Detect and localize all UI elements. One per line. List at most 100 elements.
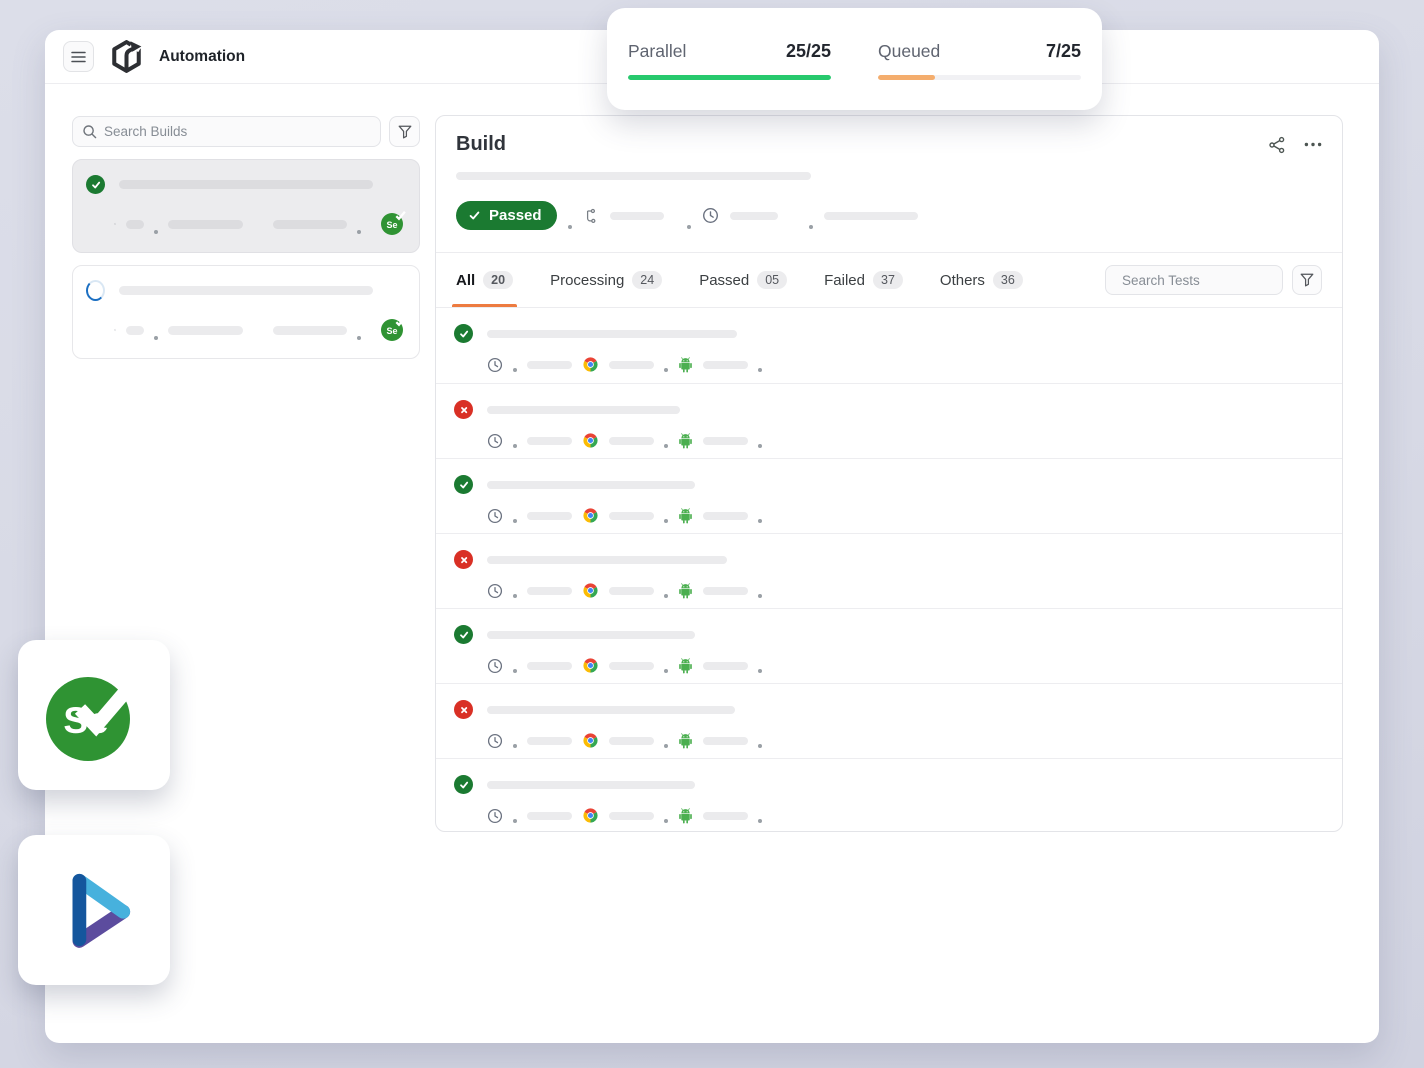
skeleton-test-name <box>487 481 695 489</box>
test-status-icon <box>454 400 473 419</box>
check-icon <box>468 209 481 222</box>
page-title: Automation <box>159 48 245 66</box>
android-icon <box>678 657 693 674</box>
dot-separator <box>513 669 517 673</box>
skeleton-meta <box>609 737 654 745</box>
tab-failed[interactable]: Failed37 <box>824 253 903 307</box>
queued-progress-track <box>878 75 1081 80</box>
skeleton-build-subtitle <box>456 172 811 180</box>
dot-separator <box>513 519 517 523</box>
tab-all[interactable]: All20 <box>456 253 513 307</box>
skeleton-meta <box>609 587 654 595</box>
tab-count-badge: 05 <box>757 271 787 289</box>
test-row[interactable] <box>436 683 1342 758</box>
share-button[interactable] <box>1268 136 1286 154</box>
clock-icon <box>487 658 503 674</box>
parallel-progress-fill <box>628 75 831 80</box>
check-icon <box>458 629 470 641</box>
dot-separator <box>357 336 361 340</box>
test-row[interactable] <box>436 533 1342 608</box>
search-tests-input[interactable] <box>1122 273 1299 288</box>
hamburger-menu-button[interactable] <box>63 41 94 72</box>
build-card[interactable]: Se <box>72 159 420 253</box>
test-row[interactable] <box>436 458 1342 533</box>
dot-separator <box>154 336 158 340</box>
build-card[interactable]: Se <box>72 265 420 359</box>
selenium-logo-card: Se <box>18 640 170 790</box>
search-tests-box <box>1105 265 1283 295</box>
skeleton-meta <box>703 437 748 445</box>
build-panel-header: Build <box>436 116 1342 253</box>
selenium-badge-icon: Se <box>381 319 403 341</box>
dot-separator <box>664 368 668 372</box>
skeleton-meta <box>527 512 572 520</box>
build-status-icon <box>86 281 105 300</box>
svg-text:Se: Se <box>63 700 108 741</box>
skeleton-build-name <box>119 180 373 189</box>
dot-separator <box>664 669 668 673</box>
android-icon <box>678 732 693 749</box>
tab-passed[interactable]: Passed05 <box>699 253 787 307</box>
test-row[interactable] <box>436 758 1342 832</box>
app-window: Automation <box>45 30 1379 1043</box>
test-status-icon <box>454 550 473 569</box>
tests-tabs: All20 Processing24 Passed05 Failed37 <box>456 253 1023 307</box>
playback-logo-card <box>18 835 170 985</box>
android-icon <box>678 807 693 824</box>
filter-tests-button[interactable] <box>1292 265 1322 295</box>
ellipsis-icon <box>1304 142 1322 147</box>
tab-others[interactable]: Others36 <box>940 253 1023 307</box>
dot-separator <box>664 594 668 598</box>
dot-separator <box>758 444 762 448</box>
skeleton-meta <box>168 326 243 335</box>
skeleton-meta <box>126 220 144 229</box>
skeleton-meta <box>703 361 748 369</box>
android-icon <box>678 356 693 373</box>
skeleton-meta <box>527 437 572 445</box>
chrome-icon <box>582 732 599 749</box>
clock-icon <box>487 808 503 824</box>
clock-icon <box>702 207 719 224</box>
skeleton-meta <box>703 812 748 820</box>
dot-separator <box>758 819 762 823</box>
skeleton-meta <box>609 361 654 369</box>
dot-separator <box>809 225 813 229</box>
check-icon <box>458 779 470 791</box>
skeleton-meta <box>527 361 572 369</box>
parallel-metric: Parallel 25/25 <box>628 41 831 110</box>
clock-icon <box>487 583 503 599</box>
skeleton-meta <box>609 512 654 520</box>
skeleton-test-name <box>487 781 695 789</box>
skeleton-build-name <box>119 286 373 295</box>
parallel-progress-track <box>628 75 831 80</box>
build-status-icon <box>86 175 105 194</box>
tab-count-badge: 24 <box>632 271 662 289</box>
test-row[interactable] <box>436 383 1342 458</box>
dot-separator <box>758 594 762 598</box>
x-icon <box>458 704 470 716</box>
queued-progress-fill <box>878 75 935 80</box>
chrome-icon <box>582 432 599 449</box>
queued-value: 7/25 <box>1046 41 1081 62</box>
skeleton-meta <box>273 220 347 229</box>
queued-metric: Queued 7/25 <box>878 41 1081 110</box>
search-builds-input[interactable] <box>104 124 371 139</box>
app-logo-icon <box>109 39 144 74</box>
test-row[interactable] <box>436 308 1342 383</box>
skeleton-meta <box>609 812 654 820</box>
selenium-logo: Se <box>42 665 146 765</box>
filter-builds-button[interactable] <box>389 116 420 147</box>
dot-separator <box>758 669 762 673</box>
concurrency-card: Parallel 25/25 Queued 7/25 <box>607 8 1102 110</box>
page-background: Automation <box>0 0 1424 1068</box>
test-row[interactable] <box>436 608 1342 683</box>
skeleton-meta <box>609 662 654 670</box>
x-icon <box>458 554 470 566</box>
chrome-icon <box>582 507 599 524</box>
more-options-button[interactable] <box>1304 142 1322 147</box>
spinner-icon <box>86 280 105 301</box>
parallel-value: 25/25 <box>786 41 831 62</box>
clock-icon <box>487 733 503 749</box>
tab-processing[interactable]: Processing24 <box>550 253 662 307</box>
chrome-icon <box>582 356 599 373</box>
